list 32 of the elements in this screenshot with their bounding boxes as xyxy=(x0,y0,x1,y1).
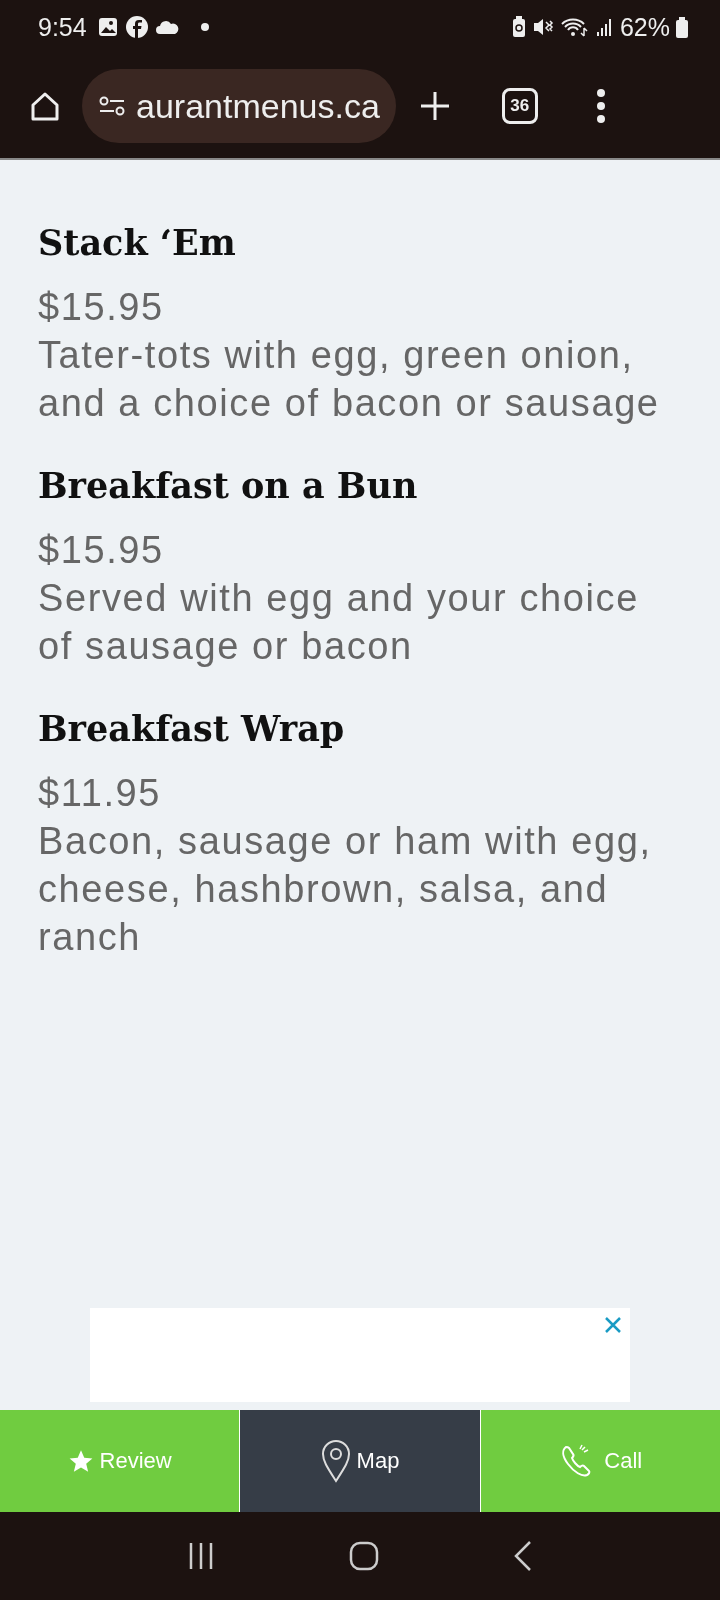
wifi-icon xyxy=(559,16,590,38)
item-price: $15.95 xyxy=(38,285,165,330)
notification-dot-icon xyxy=(200,23,209,31)
home-button-icon[interactable] xyxy=(349,1541,379,1571)
battery-icon xyxy=(676,16,688,38)
item-price: $11.95 xyxy=(38,771,162,816)
item-description: Served with egg and your choice of sausage or bacon xyxy=(38,576,640,669)
item-name: Breakfast on a Bun xyxy=(38,465,419,506)
address-bar[interactable]: aurantmenus.ca xyxy=(82,69,396,143)
item-name: Breakfast Wrap xyxy=(38,708,346,749)
item-price: $15.95 xyxy=(38,528,165,573)
item-description: Bacon, sausage or ham with egg, cheese, hashbrown, salsa, and ranch xyxy=(38,819,653,960)
url-text: aurantmenus.ca xyxy=(136,86,380,126)
circle-f-icon xyxy=(124,15,149,39)
tab-count-button[interactable]: 36 xyxy=(501,88,538,124)
back-icon[interactable] xyxy=(513,1540,533,1572)
map-pin-icon xyxy=(320,1439,351,1483)
mute-icon xyxy=(531,16,554,38)
recents-icon[interactable] xyxy=(187,1541,215,1571)
close-icon[interactable] xyxy=(604,1316,622,1334)
status-time: 9:54 xyxy=(38,12,87,42)
signal-icon xyxy=(595,16,614,38)
menu-icon[interactable] xyxy=(595,88,606,124)
star-icon xyxy=(67,1448,94,1474)
site-settings-icon[interactable] xyxy=(98,94,126,118)
cloud-icon xyxy=(154,19,181,35)
action-tab[interactable]: Map xyxy=(240,1410,481,1512)
item-name: Stack ‘Em xyxy=(38,222,237,263)
battery-saver-icon xyxy=(511,16,526,38)
item-description: Tater-tots with egg, green onion, and a choice of bacon or sausage xyxy=(38,333,661,426)
gallery-icon xyxy=(96,16,119,38)
battery-percent: 62% xyxy=(619,12,670,42)
